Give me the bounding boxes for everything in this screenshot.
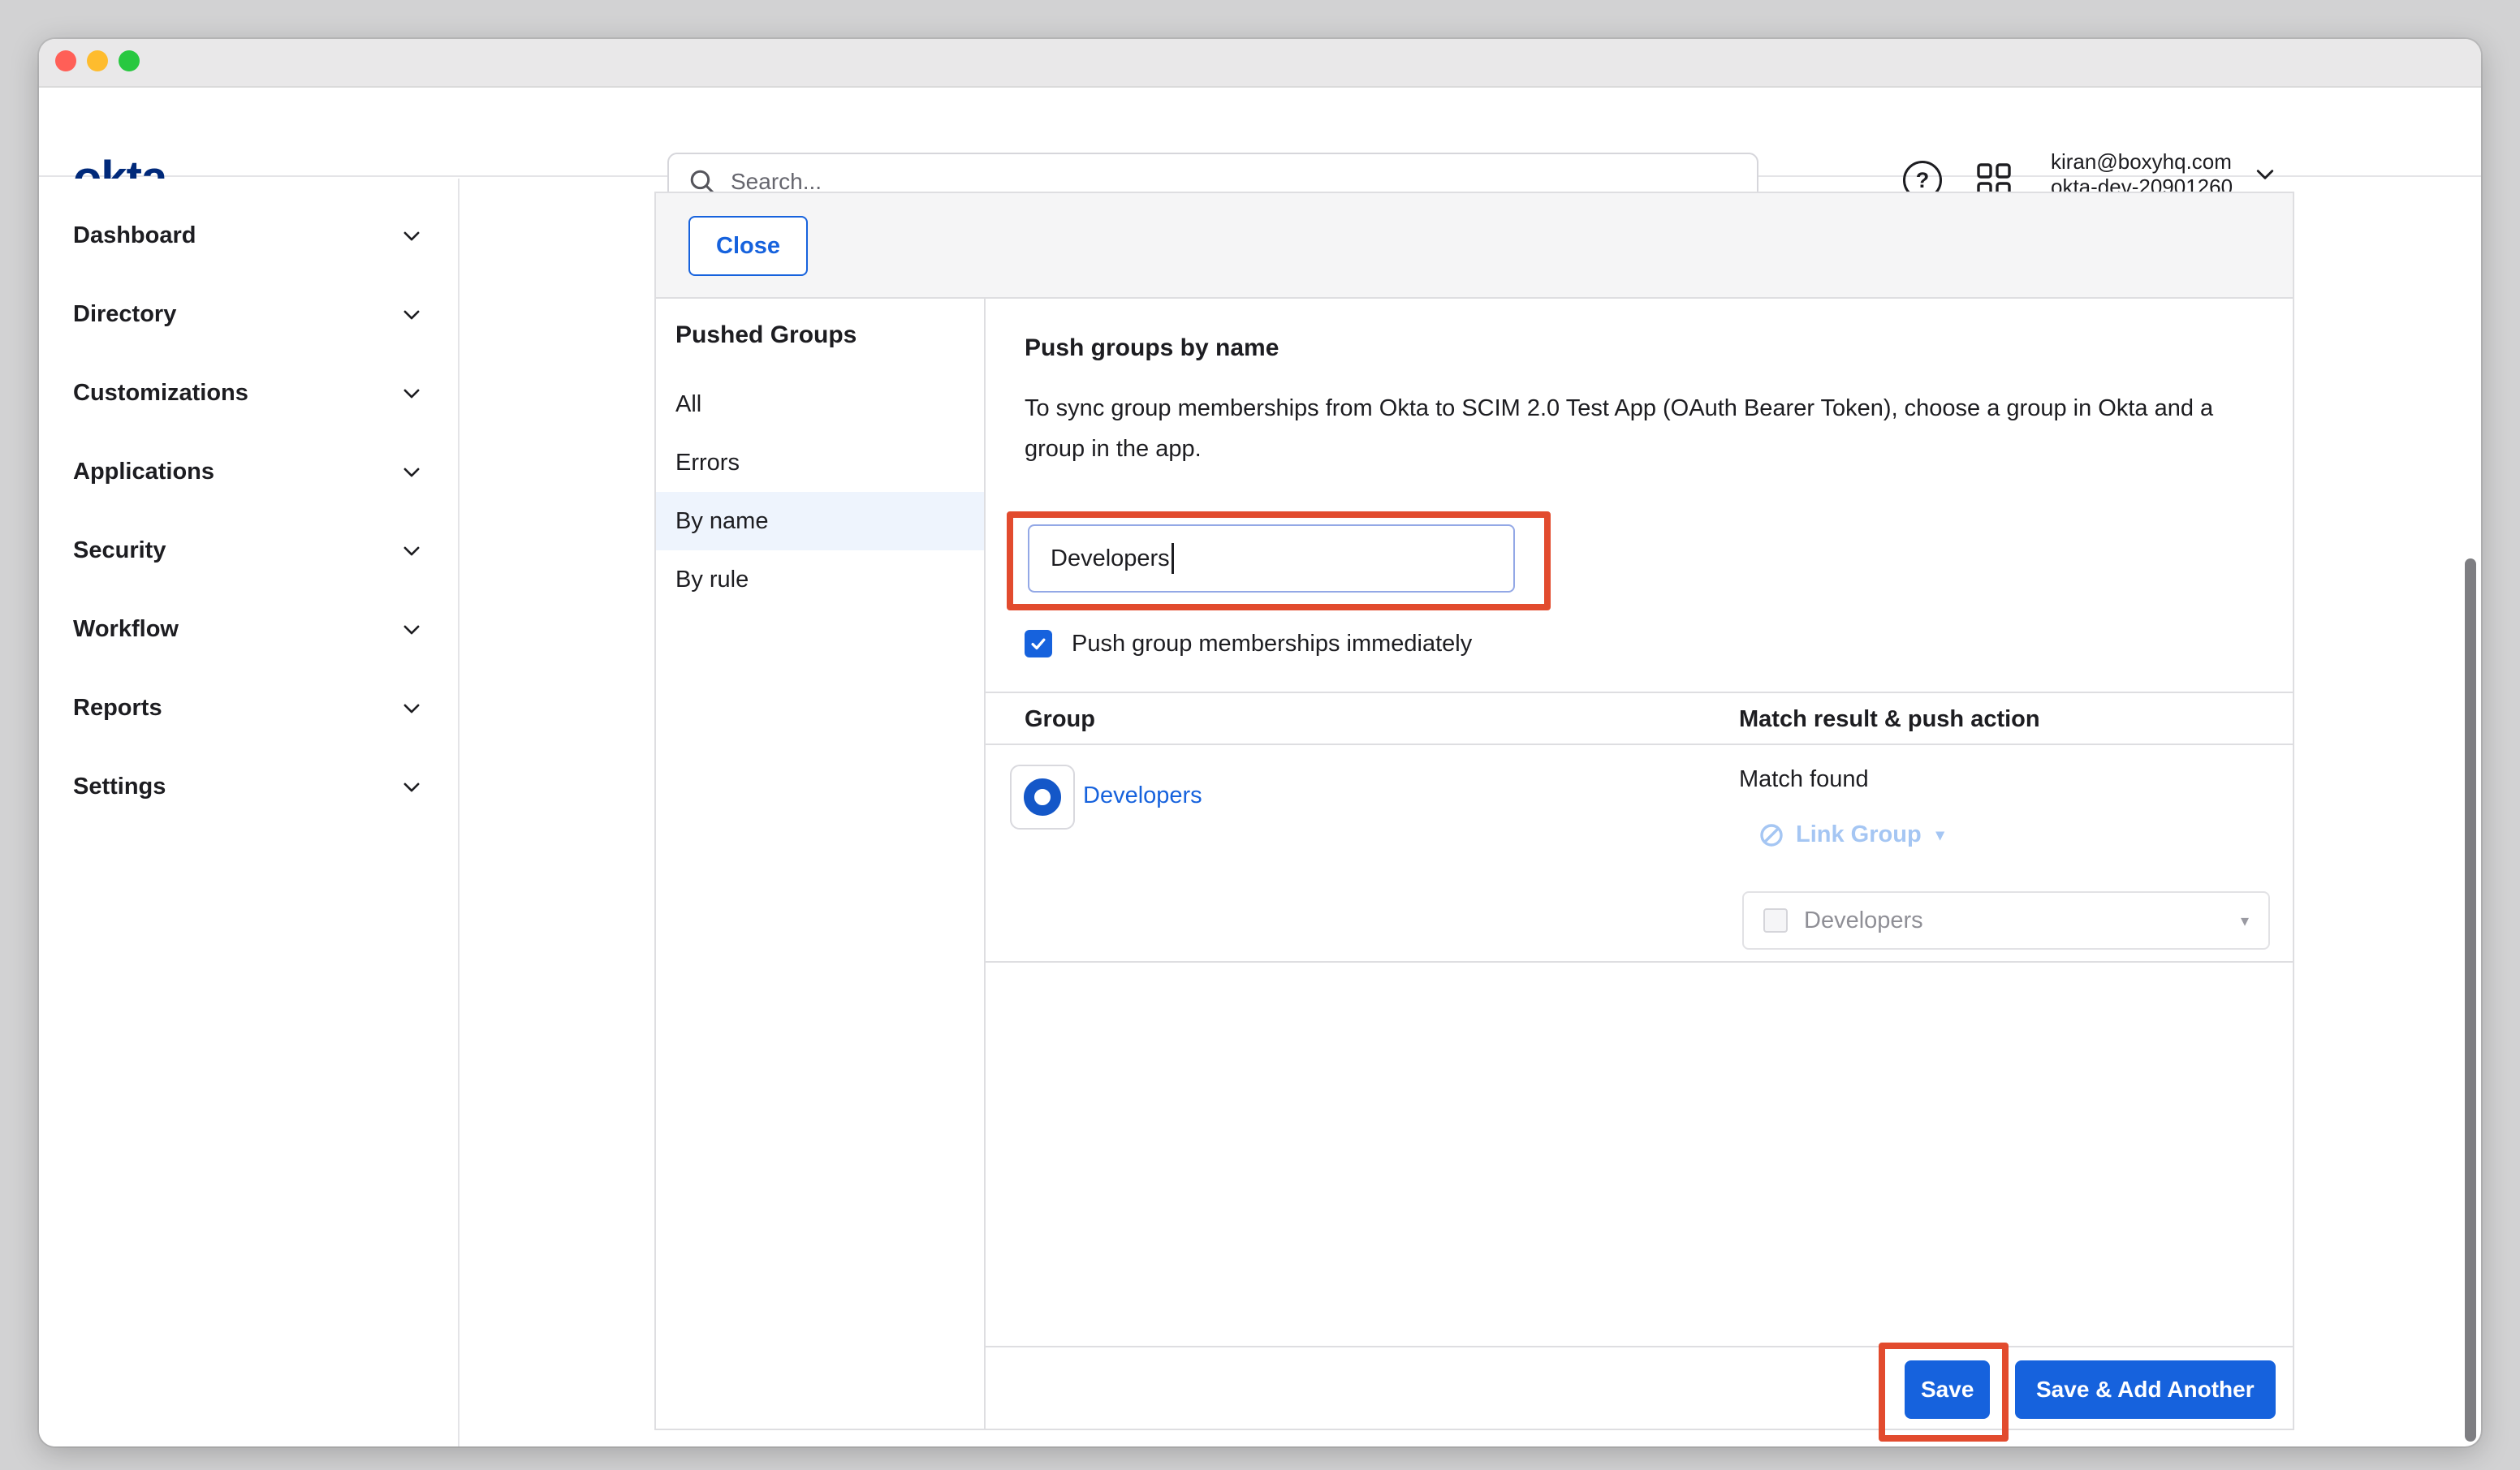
sidebar-item-label: Settings	[73, 774, 166, 800]
sidebar-item-label: Dashboard	[73, 222, 196, 249]
push-groups-main: Push groups by name To sync group member…	[986, 299, 2293, 1429]
column-header-match: Match result & push action	[1739, 706, 2040, 733]
sidebar-item-label: Reports	[73, 695, 162, 722]
column-header-group: Group	[1025, 706, 1095, 733]
chevron-down-icon	[401, 226, 422, 247]
group-placeholder-icon	[1763, 908, 1788, 933]
push-groups-panel: Close Pushed Groups All Errors By name B…	[654, 192, 2294, 1430]
minimize-window-button[interactable]	[87, 50, 108, 71]
save-add-another-button[interactable]: Save & Add Another	[2015, 1360, 2276, 1419]
sidebar-item-label: Workflow	[73, 616, 179, 643]
match-status-text: Match found	[1739, 766, 1869, 793]
link-group-label: Link Group	[1796, 821, 1922, 848]
link-group-icon	[1758, 822, 1784, 848]
subnav-item-label: By name	[675, 508, 768, 535]
subnav-item-by-name[interactable]: By name	[656, 492, 984, 550]
group-avatar	[1010, 765, 1075, 830]
account-email: kiran@boxyhq.com	[2051, 149, 2233, 175]
close-window-button[interactable]	[55, 50, 76, 71]
panel-toolbar: Close	[656, 193, 2293, 299]
subnav-item-errors[interactable]: Errors	[656, 433, 984, 492]
page-title: Push groups by name	[1025, 334, 1279, 362]
chevron-down-icon	[401, 698, 422, 719]
close-button[interactable]: Close	[688, 216, 808, 276]
target-group-value: Developers	[1804, 907, 2224, 934]
sidebar-item-dashboard[interactable]: Dashboard	[39, 196, 458, 275]
sidebar-item-reports[interactable]: Reports	[39, 669, 458, 748]
group-name-input[interactable]: Developers	[1028, 524, 1515, 593]
description-text: To sync group memberships from Okta to S…	[1025, 388, 2239, 469]
sidebar-item-label: Customizations	[73, 380, 248, 407]
subnav-item-label: By rule	[675, 567, 749, 593]
push-immediately-row[interactable]: Push group memberships immediately	[1025, 630, 1472, 657]
sidebar-item-label: Directory	[73, 301, 176, 328]
subnav-item-by-rule[interactable]: By rule	[656, 550, 984, 609]
sidebar: Dashboard Directory Customizations Appli…	[39, 179, 460, 1446]
pushed-groups-subnav: Pushed Groups All Errors By name By rule	[656, 299, 986, 1429]
link-group-dropdown[interactable]: Link Group ▾	[1758, 821, 1944, 848]
subnav-item-label: Errors	[675, 450, 740, 476]
chevron-down-icon	[401, 383, 422, 404]
sidebar-item-security[interactable]: Security	[39, 511, 458, 590]
check-icon	[1029, 635, 1047, 653]
subnav-item-label: All	[675, 391, 701, 418]
checkbox-label: Push group memberships immediately	[1072, 631, 1472, 657]
sidebar-item-label: Security	[73, 537, 166, 564]
subnav-title: Pushed Groups	[675, 321, 984, 349]
group-name-input-value: Developers	[1051, 545, 1170, 572]
sidebar-item-customizations[interactable]: Customizations	[39, 354, 458, 433]
table-header: Group Match result & push action	[986, 692, 2293, 745]
subnav-item-all[interactable]: All	[656, 375, 984, 433]
caret-down-icon: ▾	[1936, 825, 1944, 845]
push-immediately-checkbox[interactable]	[1025, 630, 1052, 657]
zoom-window-button[interactable]	[119, 50, 140, 71]
panel-footer: Save Save & Add Another	[986, 1346, 2293, 1429]
app-header: okta ?	[39, 88, 2481, 177]
chevron-down-icon	[401, 304, 422, 325]
sidebar-item-workflow[interactable]: Workflow	[39, 590, 458, 669]
browser-window: okta ?	[39, 39, 2481, 1446]
sidebar-item-settings[interactable]: Settings	[39, 748, 458, 826]
sidebar-item-directory[interactable]: Directory	[39, 275, 458, 354]
vertical-scrollbar-thumb[interactable]	[2465, 558, 2476, 1442]
text-cursor	[1172, 543, 1174, 574]
chevron-down-icon	[401, 541, 422, 562]
sidebar-item-applications[interactable]: Applications	[39, 433, 458, 511]
chevron-down-icon	[401, 619, 422, 640]
chevron-down-icon	[401, 462, 422, 483]
window-titlebar	[39, 39, 2481, 88]
chevron-down-icon	[401, 777, 422, 798]
caret-down-icon: ▾	[2241, 911, 2249, 931]
target-group-select[interactable]: Developers ▾	[1742, 891, 2270, 950]
save-button[interactable]: Save	[1905, 1360, 1990, 1419]
group-name-link[interactable]: Developers	[1083, 782, 1202, 809]
chevron-down-icon	[2254, 163, 2276, 186]
group-icon	[1024, 778, 1061, 816]
sidebar-item-label: Applications	[73, 459, 214, 485]
table-row: Developers Match found Link Group ▾ Deve…	[986, 745, 2293, 963]
desktop-background: okta ?	[0, 0, 2520, 1470]
